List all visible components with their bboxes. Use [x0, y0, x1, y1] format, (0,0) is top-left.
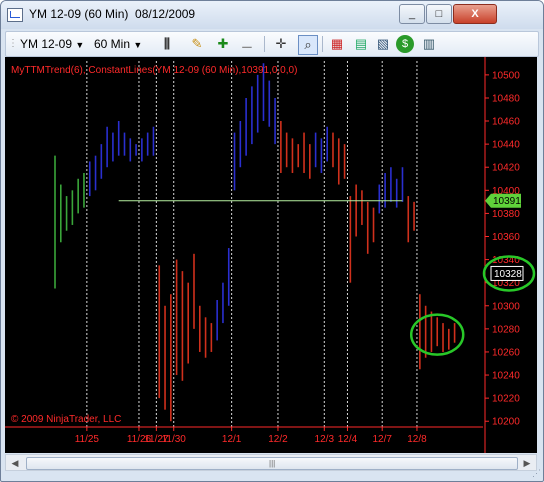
y-tick-label: 10200: [492, 417, 520, 428]
y-tick-label: 10380: [492, 209, 520, 220]
y-tick-label: 10280: [492, 324, 520, 335]
y-tick-label: 10420: [492, 163, 520, 174]
interval-selector[interactable]: 60 Min ▼: [94, 35, 142, 53]
toolbar-separator: [322, 36, 323, 52]
zoom-box-icon[interactable]: ⌕: [298, 35, 318, 55]
toolbar-separator: [264, 36, 265, 52]
last-price-label: 10328: [494, 269, 522, 280]
x-tick-label: 12/8: [407, 434, 427, 445]
y-tick-label: 10480: [492, 93, 520, 104]
crosshair-icon[interactable]: ✛: [272, 35, 290, 53]
zoom-in-icon[interactable]: ✚: [214, 35, 232, 53]
x-tick-label: 12/7: [372, 434, 392, 445]
scroll-left-icon[interactable]: ◀: [9, 457, 21, 469]
interval-label: 60 Min: [94, 37, 131, 51]
instrument-selector[interactable]: YM 12-09 ▼: [20, 35, 84, 53]
instrument-label: YM 12-09: [20, 37, 73, 51]
strategy-icon[interactable]: ▧: [374, 35, 392, 53]
bar-style-icon[interactable]: ⫼: [158, 35, 176, 53]
x-tick-label: 12/2: [268, 434, 288, 445]
indicator-label: MyTTMTrend(6), ConstantLines(YM 12-09 (6…: [11, 65, 297, 76]
x-tick-label: 12/1: [222, 434, 242, 445]
y-tick-label: 10440: [492, 140, 520, 151]
horizontal-scrollbar[interactable]: ◀ ||| ▶: [5, 454, 537, 471]
chart-toolbar: ⋮ YM 12-09 ▼ 60 Min ▼ ⫼ ✎ ✚ ⚊ ✛ ⌕ ▦ ▤ ▧ …: [5, 31, 539, 57]
minimize-button[interactable]: _: [399, 4, 425, 24]
y-tick-label: 10220: [492, 394, 520, 405]
y-tick-label: 10460: [492, 117, 520, 128]
chart-window-icon: [7, 8, 23, 22]
price-chart[interactable]: 10500 10480 10460 10440 10420 10400 10380 10360…: [5, 57, 537, 453]
copyright-label: © 2009 NinjaTrader, LLC: [11, 414, 121, 425]
constant-line-marker: 10391: [485, 193, 521, 208]
scroll-thumb[interactable]: |||: [26, 457, 518, 470]
y-tick-label: 10500: [492, 70, 520, 81]
last-price-marker: 10328: [490, 265, 524, 281]
chevron-down-icon: ▼: [133, 40, 143, 50]
x-tick-label: 11/25: [75, 434, 100, 445]
constant-line-label: 10391: [493, 196, 521, 207]
close-button[interactable]: X: [453, 4, 497, 24]
toolbar-grip-icon: ⋮: [8, 38, 18, 49]
window-title: YM 12-09 (60 Min) 08/12/2009: [29, 7, 196, 21]
y-tick-label: 10300: [492, 301, 520, 312]
y-tick-label: 10360: [492, 232, 520, 243]
y-tick-label: 10240: [492, 371, 520, 382]
chart-properties-icon[interactable]: ▤: [352, 35, 370, 53]
order-entry-icon[interactable]: $: [396, 35, 414, 53]
x-tick-label: 11/30: [162, 434, 187, 445]
chart-canvas[interactable]: 1050010480104601044010420104001038010360…: [5, 57, 537, 453]
title-bar[interactable]: YM 12-09 (60 Min) 08/12/2009 _ □ X: [1, 1, 543, 29]
data-box-icon[interactable]: ▦: [328, 35, 346, 53]
maximize-button[interactable]: □: [426, 4, 452, 24]
template-icon[interactable]: ▥: [420, 35, 438, 53]
draw-pencil-icon[interactable]: ✎: [188, 35, 206, 53]
resize-grip-icon[interactable]: ⋰: [532, 468, 541, 479]
x-tick-label: 12/4: [338, 434, 358, 445]
scroll-grip-icon: |||: [269, 459, 276, 468]
zoom-out-icon[interactable]: ⚊: [238, 35, 256, 53]
y-tick-label: 10260: [492, 347, 520, 358]
chevron-down-icon: ▼: [75, 40, 85, 50]
x-tick-label: 12/3: [315, 434, 335, 445]
chart-window: YM 12-09 (60 Min) 08/12/2009 _ □ X ⋮ YM …: [0, 0, 544, 482]
